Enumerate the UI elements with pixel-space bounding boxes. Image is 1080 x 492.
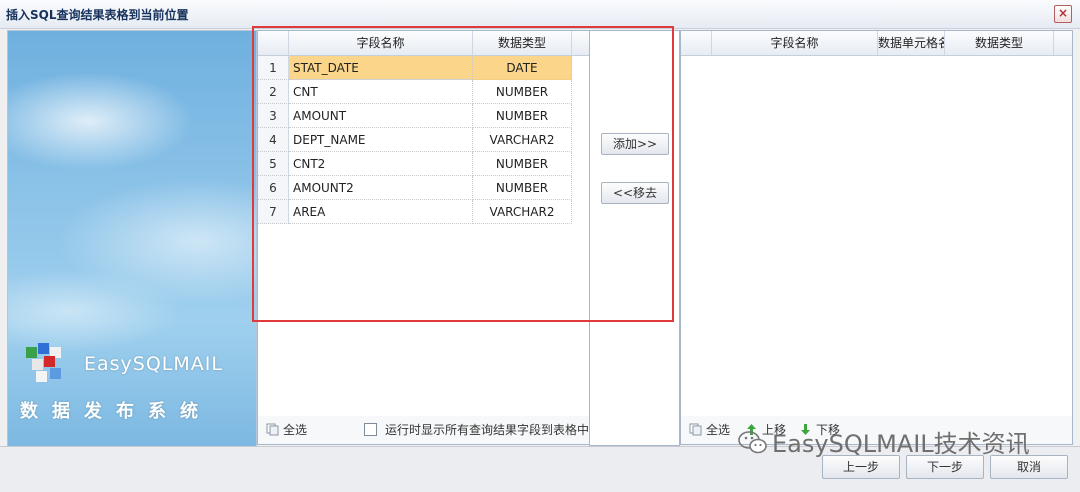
target-fields-grid: 字段名称 数据单元格名 数据类型 [680, 30, 1073, 417]
data-type-cell[interactable]: NUMBER [473, 104, 572, 128]
brand-banner: EasySQLMAIL 数据发布系统 [7, 30, 257, 448]
column-header-cell-name[interactable]: 数据单元格名 [878, 31, 945, 55]
show-all-fields-checkbox[interactable]: 运行时显示所有查询结果字段到表格中 [364, 422, 589, 438]
field-name-cell[interactable]: DEPT_NAME [289, 128, 473, 152]
field-name-cell[interactable]: AMOUNT2 [289, 176, 473, 200]
wechat-icon [738, 431, 767, 454]
field-name-cell[interactable]: CNT [289, 80, 473, 104]
close-button[interactable]: × [1054, 5, 1072, 23]
field-name-cell[interactable]: AREA [289, 200, 473, 224]
data-type-cell[interactable]: VARCHAR2 [473, 128, 572, 152]
rownum-header [258, 31, 289, 55]
dialog-title: 插入SQL查询结果表格到当前位置 [6, 8, 189, 22]
field-name-cell[interactable]: CNT2 [289, 152, 473, 176]
select-all-button[interactable]: 全选 [689, 422, 730, 438]
grid-header: 字段名称 数据单元格名 数据类型 [681, 31, 1072, 56]
source-fields-grid: 字段名称 数据类型 1 STAT_DATE DATE 2 CNT NUMBER … [257, 30, 590, 417]
row-number: 4 [258, 128, 289, 152]
copy-icon [266, 423, 279, 436]
data-type-cell[interactable]: DATE [473, 56, 572, 80]
data-type-cell[interactable]: NUMBER [473, 176, 572, 200]
row-number: 2 [258, 80, 289, 104]
logo-cubes-icon [26, 343, 61, 382]
select-all-button[interactable]: 全选 [266, 422, 307, 438]
column-header-field-name[interactable]: 字段名称 [289, 31, 473, 55]
select-all-label: 全选 [706, 423, 731, 437]
rownum-header [681, 31, 712, 55]
data-type-cell[interactable]: NUMBER [473, 152, 572, 176]
add-button[interactable]: 添加>> [601, 133, 669, 155]
data-type-cell[interactable]: NUMBER [473, 80, 572, 104]
row-number: 7 [258, 200, 289, 224]
transfer-buttons-panel: 添加>> <<移去 [589, 30, 680, 446]
column-header-data-type[interactable]: 数据类型 [945, 31, 1054, 55]
watermark-text: EasySQLMAIL技术资讯 [772, 430, 1030, 458]
remove-button[interactable]: <<移去 [601, 182, 669, 204]
field-name-cell[interactable]: STAT_DATE [289, 56, 473, 80]
data-type-cell[interactable]: VARCHAR2 [473, 200, 572, 224]
copy-icon [689, 423, 702, 436]
checkbox-box[interactable] [364, 423, 377, 436]
watermark: EasySQLMAIL技术资讯 [738, 424, 1030, 459]
column-header-data-type[interactable]: 数据类型 [473, 31, 572, 55]
brand-name: EasySQLMAIL [84, 353, 223, 375]
dialog-titlebar: 插入SQL查询结果表格到当前位置 × [0, 0, 1080, 29]
row-number: 3 [258, 104, 289, 128]
source-grid-toolbar: 全选 运行时显示所有查询结果字段到表格中 [257, 416, 590, 445]
row-number: 6 [258, 176, 289, 200]
field-name-cell[interactable]: AMOUNT [289, 104, 473, 128]
show-all-fields-label: 运行时显示所有查询结果字段到表格中 [385, 423, 590, 437]
column-header-field-name[interactable]: 字段名称 [712, 31, 878, 55]
grid-header: 字段名称 数据类型 [258, 31, 589, 56]
brand-subtitle: 数据发布系统 [20, 401, 212, 422]
select-all-label: 全选 [283, 423, 308, 437]
row-number: 5 [258, 152, 289, 176]
row-number: 1 [258, 56, 289, 80]
